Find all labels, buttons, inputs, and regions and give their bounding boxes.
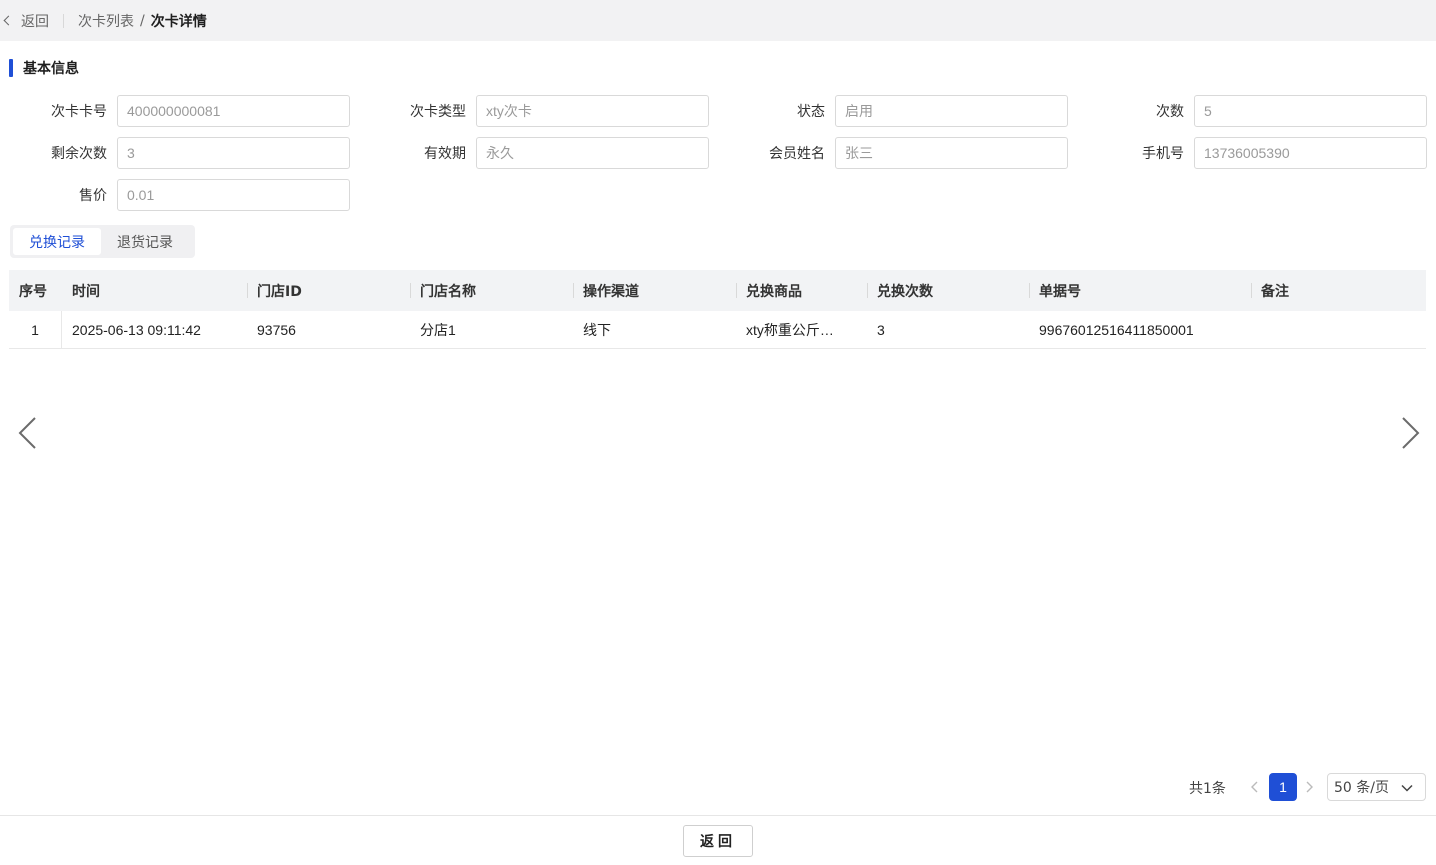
cell-document-no: 99676012516411850001 (1039, 321, 1194, 338)
footer-bar: 返回 (0, 815, 1436, 865)
record-tabs: 兑换记录 退货记录 (10, 225, 195, 258)
chevron-left-icon[interactable] (16, 416, 38, 450)
pagination-next-icon[interactable] (1304, 780, 1316, 794)
remaining-count-input[interactable]: 3 (117, 137, 350, 169)
chevron-right-icon[interactable] (1400, 416, 1422, 450)
field-status: 状态 启用 (727, 95, 1068, 127)
validity-input[interactable]: 永久 (476, 137, 709, 169)
back-link[interactable]: 返回 (0, 11, 49, 31)
field-member-name: 会员姓名 张三 (727, 137, 1068, 169)
divider (63, 13, 64, 28)
exchange-records-table: 序号 时间 门店ID 门店名称 操作渠道 兑换商品 兑换次数 单据号 备注 1 … (9, 270, 1426, 349)
field-label: 次数 (1156, 104, 1184, 120)
field-label: 状态 (797, 104, 825, 120)
column-header-channel: 操作渠道 (573, 270, 736, 311)
cell-channel: 线下 (583, 321, 611, 338)
chevron-left-icon (3, 15, 14, 26)
price-input[interactable]: 0.01 (117, 179, 350, 211)
page-size-select[interactable]: 50 条/页 (1327, 773, 1426, 801)
cell-store-id: 93756 (257, 321, 296, 338)
page-size-label: 50 条/页 (1334, 780, 1389, 796)
field-label: 手机号 (1142, 146, 1184, 162)
phone-input[interactable]: 13736005390 (1194, 137, 1427, 169)
field-card-type: 次卡类型 xty次卡 (368, 95, 709, 127)
column-header-product: 兑换商品 (736, 270, 867, 311)
field-label: 剩余次数 (51, 146, 107, 162)
column-header-exchange-count: 兑换次数 (867, 270, 1029, 311)
breadcrumb-card-list[interactable]: 次卡列表 (78, 11, 134, 31)
field-validity: 有效期 永久 (368, 137, 709, 169)
status-input[interactable]: 启用 (835, 95, 1068, 127)
section-title: 基本信息 (9, 58, 79, 78)
field-phone: 手机号 13736005390 (1086, 137, 1427, 169)
cell-exchange-count: 3 (877, 321, 885, 338)
column-header-store-name: 门店名称 (410, 270, 573, 311)
field-label: 有效期 (424, 146, 466, 162)
breadcrumb-card-detail: 次卡详情 (150, 13, 207, 30)
field-price: 售价 0.01 (9, 179, 350, 211)
cell-store-name: 分店1 (420, 321, 456, 338)
pagination-page-1[interactable]: 1 (1269, 773, 1297, 801)
table-row[interactable]: 1 2025-06-13 09:11:42 93756 分店1 线下 xty称重… (9, 311, 1426, 349)
pagination-prev-icon[interactable] (1248, 780, 1260, 794)
field-label: 售价 (79, 188, 107, 204)
field-remaining-count: 剩余次数 3 (9, 137, 350, 169)
pagination: 共1条 1 50 条/页 (0, 773, 1436, 801)
top-breadcrumb-bar: 返回 次卡列表 / 次卡详情 (0, 0, 1436, 41)
column-header-time: 时间 (72, 283, 100, 300)
field-count: 次数 5 (1086, 95, 1427, 127)
section-title-text: 基本信息 (23, 61, 79, 77)
table-header: 序号 时间 门店ID 门店名称 操作渠道 兑换商品 兑换次数 单据号 备注 (9, 270, 1426, 311)
breadcrumb-separator: / (140, 12, 145, 29)
field-label: 次卡卡号 (51, 104, 107, 120)
cell-index: 1 (9, 311, 62, 348)
pagination-total: 共1条 (1189, 781, 1226, 797)
column-header-index: 序号 (19, 283, 47, 300)
card-number-input[interactable]: 400000000081 (117, 95, 350, 127)
cell-time: 2025-06-13 09:11:42 (72, 321, 201, 338)
footer-back-button[interactable]: 返回 (683, 825, 753, 857)
section-accent-bar (9, 59, 13, 77)
column-header-document-no: 单据号 (1029, 270, 1251, 311)
cell-product: xty称重公斤… (746, 321, 834, 338)
member-name-input[interactable]: 张三 (835, 137, 1068, 169)
card-type-input[interactable]: xty次卡 (476, 95, 709, 127)
chevron-down-icon (1400, 781, 1414, 799)
tab-exchange-records[interactable]: 兑换记录 (13, 228, 101, 255)
tab-return-records[interactable]: 退货记录 (101, 228, 189, 255)
column-header-remark: 备注 (1251, 270, 1426, 311)
cell-remark (1251, 311, 1426, 348)
field-label: 次卡类型 (410, 104, 466, 120)
count-input[interactable]: 5 (1194, 95, 1427, 127)
field-card-number: 次卡卡号 400000000081 (9, 95, 350, 127)
back-link-label: 返回 (21, 13, 49, 30)
column-header-store-id: 门店ID (247, 270, 410, 311)
field-label: 会员姓名 (769, 146, 825, 162)
